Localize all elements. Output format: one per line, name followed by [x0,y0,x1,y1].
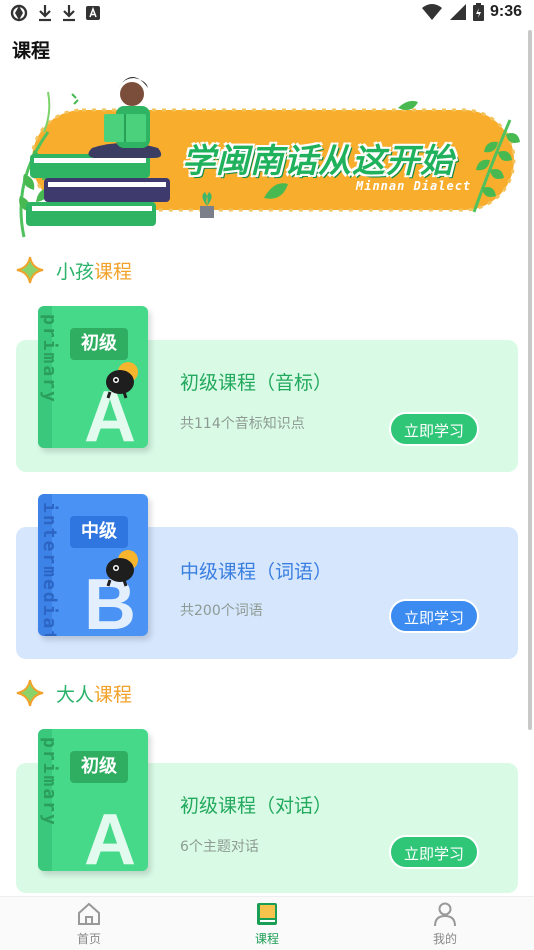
sparkle-icon [16,256,44,284]
scrollbar[interactable] [528,30,532,730]
book-level-label: 初级 [70,328,128,360]
mascot-icon [106,362,138,399]
tab-home[interactable]: 首页 [0,897,178,950]
status-time: 9:36 [489,3,522,20]
course-subtitle: 共200个词语 [180,603,263,619]
download-icon [63,5,75,22]
section-header-adults: 大人课程 [16,679,132,707]
tab-label: 首页 [76,932,101,946]
book-level-label: 中级 [70,516,128,548]
section-label-a: 大人 [56,683,95,706]
course-subtitle: 共114个音标知识点 [180,416,305,432]
book-spine-text: primary [39,314,60,404]
section-header-kids: 小孩课程 [16,256,132,284]
sparkle-icon [16,679,44,707]
book-icon [257,903,277,925]
section-label-b: 课程 [94,260,133,283]
banner[interactable]: 学闽南话从这开始 Minnan Dialect [12,72,522,244]
tab-label: 我的 [432,932,457,946]
book-spine-text: primary [39,737,60,827]
book-spine-text: intermediate [39,502,60,636]
bottom-tab-bar: 首页 课程 我的 [0,896,534,950]
signal-icon [449,4,466,20]
section-label-b: 课程 [94,683,133,706]
status-bar: 9:36 [0,0,534,28]
course-title: 中级课程（词语） [180,561,333,583]
tab-profile[interactable]: 我的 [356,897,534,950]
book-letter: A [84,800,136,871]
book-level-label: 初级 [70,751,128,783]
start-learning-button[interactable]: 立即学习 [389,412,479,446]
person-icon [434,902,456,927]
start-learning-button[interactable]: 立即学习 [389,835,479,869]
banner-subtitle: Minnan Dialect [356,179,472,193]
course-subtitle: 6个主题对话 [180,839,259,855]
wifi-icon [421,4,442,20]
battery-icon [472,3,484,21]
section-label-a: 小孩 [56,260,95,283]
course-book-cover: intermediate 中级 B [38,494,148,636]
course-title: 初级课程（对话） [180,795,333,817]
home-icon [78,902,100,925]
sync-icon [10,4,28,22]
app-a-icon [86,6,100,20]
tab-label: 课程 [254,932,279,946]
tab-courses[interactable]: 课程 [178,897,356,950]
mascot-icon [106,550,138,587]
banner-title: 学闽南话从这开始 [182,141,454,180]
course-title: 初级课程（音标） [180,372,333,394]
download-icon [39,5,51,22]
start-learning-button[interactable]: 立即学习 [389,599,479,633]
course-book-cover: primary 初级 A [38,729,148,871]
course-book-cover: primary 初级 A [38,306,148,448]
page-title: 课程 [12,40,51,62]
screen: 9:36 课程 学闽南话从这开始 Minnan Dialect 小孩课程 初级课… [0,0,534,950]
